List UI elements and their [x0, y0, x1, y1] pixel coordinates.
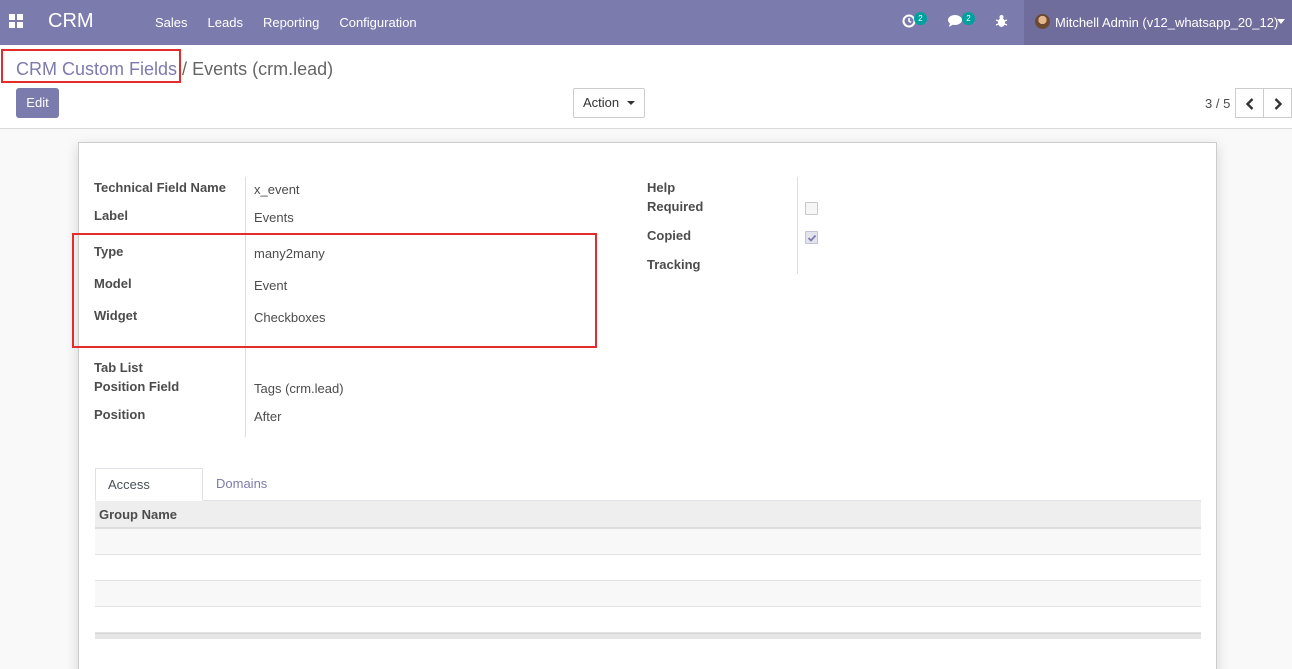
table-row: [95, 581, 1201, 607]
checkmark-icon: [807, 234, 817, 242]
tab-access-rights[interactable]: Access Rights: [95, 468, 203, 524]
model-value: Event: [254, 278, 288, 293]
form-sheet: Technical Field Name x_event Label Event…: [72, 142, 1217, 669]
left-group-divider: [245, 177, 246, 437]
copied-label: Copied: [647, 228, 692, 243]
apps-menu-icon[interactable]: [9, 14, 23, 28]
pager-value[interactable]: 3 / 5: [1205, 96, 1230, 111]
breadcrumb-parent-link[interactable]: CRM Custom Fields: [16, 59, 177, 79]
menu-item-leads[interactable]: Leads: [208, 0, 263, 45]
user-name: Mitchell Admin (v12_whatsapp_20_12): [1055, 15, 1279, 30]
table-footer: [95, 633, 1201, 639]
debug-bug-icon[interactable]: [995, 14, 1008, 31]
tab-domains[interactable]: Domains: [204, 468, 279, 501]
chevron-left-icon: [1245, 98, 1254, 110]
help-label: Help: [647, 180, 676, 195]
right-group-divider: [797, 177, 798, 274]
position-field-value: Tags (crm.lead): [254, 381, 344, 396]
action-dropdown-button[interactable]: Action: [573, 88, 645, 118]
technical-field-name-label: Technical Field Name: [94, 180, 226, 195]
required-checkbox[interactable]: [805, 202, 818, 215]
breadcrumb-current: Events (crm.lead): [192, 59, 334, 79]
widget-label: Widget: [94, 308, 138, 323]
label-label: Label: [94, 208, 128, 223]
copied-checkbox[interactable]: [805, 231, 818, 244]
notebook-tabs: Access Rights Domains: [95, 468, 1201, 524]
table-header: Group Name: [95, 501, 1201, 529]
menu-item-configuration[interactable]: Configuration: [339, 0, 436, 45]
type-model-widget-highlight-box: [72, 233, 597, 348]
table-row: [95, 555, 1201, 581]
breadcrumb: CRM Custom Fields / Events (crm.lead): [16, 59, 333, 80]
position-value: After: [254, 409, 282, 424]
menu-item-reporting[interactable]: Reporting: [263, 0, 339, 45]
label-value: Events: [254, 210, 294, 225]
control-panel: CRM Custom Fields / Events (crm.lead) Ed…: [0, 45, 1292, 129]
messages-badge: 2: [962, 12, 975, 25]
caret-down-icon: [627, 101, 635, 105]
table-row: [95, 529, 1201, 555]
menu-item-sales[interactable]: Sales: [155, 0, 208, 45]
model-label: Model: [94, 276, 132, 291]
user-menu[interactable]: Mitchell Admin (v12_whatsapp_20_12): [1024, 0, 1292, 45]
app-brand[interactable]: CRM: [48, 10, 94, 33]
type-label: Type: [94, 244, 124, 259]
edit-button[interactable]: Edit: [16, 88, 59, 118]
tracking-label: Tracking: [647, 257, 701, 272]
type-value: many2many: [254, 246, 325, 261]
breadcrumb-separator: /: [182, 59, 188, 79]
avatar: [1035, 14, 1050, 29]
position-field-label: Position Field: [94, 379, 180, 394]
activity-badge: 2: [914, 12, 927, 25]
action-label: Action: [583, 95, 620, 110]
messages-chat-icon[interactable]: [947, 14, 963, 31]
column-header-group-name[interactable]: Group Name: [99, 507, 177, 522]
chevron-down-icon: [1277, 19, 1285, 24]
technical-field-name-value: x_event: [254, 182, 300, 197]
chevron-right-icon: [1274, 98, 1283, 110]
position-label: Position: [94, 407, 146, 422]
pager-previous-button[interactable]: [1235, 88, 1264, 118]
main-menu: Sales Leads Reporting Configuration: [155, 0, 437, 45]
widget-value: Checkboxes: [254, 310, 326, 325]
tab-list-label: Tab List: [94, 360, 143, 375]
top-navbar: CRM Sales Leads Reporting Configuration …: [0, 0, 1292, 45]
table-row: [95, 607, 1201, 633]
pager-next-button[interactable]: [1263, 88, 1292, 118]
required-label: Required: [647, 199, 704, 214]
